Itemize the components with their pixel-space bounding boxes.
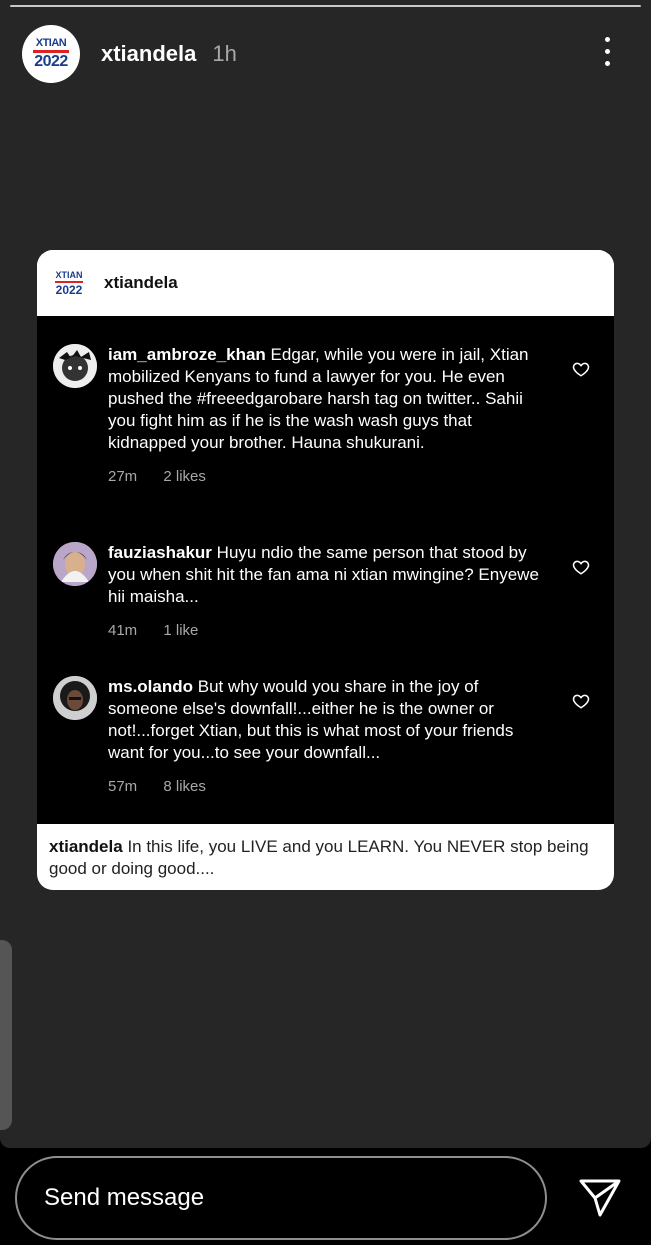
comment-time: 27m	[108, 468, 138, 485]
story-username[interactable]: xtiandela	[101, 41, 196, 67]
story-header: XTIAN 2022 xtiandela 1h	[22, 25, 631, 83]
send-message-input[interactable]: Send message	[15, 1156, 547, 1240]
comment-username: ms.olando	[108, 677, 194, 696]
comment-likes: 2 likes	[163, 468, 206, 485]
post-caption: xtiandela In this life, you LIVE and you…	[37, 824, 614, 880]
comment-item: ms.olando But why would you share in the…	[53, 676, 590, 796]
comments-screenshot: iam_ambroze_khan Edgar, while you were i…	[37, 316, 614, 824]
send-message-placeholder: Send message	[44, 1184, 205, 1211]
story-footer: Send message	[0, 1148, 651, 1245]
story-progress-bar	[10, 5, 641, 8]
side-handle	[0, 940, 12, 1130]
card-header: XTIAN 2022 xtiandela	[37, 250, 614, 316]
caption-text: In this life, you LIVE and you LEARN. Yo…	[49, 837, 589, 878]
heart-icon	[572, 362, 590, 377]
comment-item: fauziashakur Huyu ndio the same person t…	[53, 542, 590, 642]
comment-item: iam_ambroze_khan Edgar, while you were i…	[53, 344, 590, 504]
comment-time: 57m	[108, 778, 138, 795]
comment-username: iam_ambroze_khan	[108, 345, 266, 364]
commenter-avatar	[53, 344, 97, 388]
logo-year: 2022	[34, 53, 68, 70]
comment-likes: 8 likes	[163, 778, 206, 795]
caption-username: xtiandela	[49, 837, 123, 856]
card-username: xtiandela	[104, 273, 178, 292]
shared-post-card[interactable]: XTIAN 2022 xtiandela iam_ambroze_khan Ed…	[37, 250, 614, 890]
more-options-icon[interactable]	[603, 37, 611, 66]
profile-avatar[interactable]: XTIAN 2022	[22, 25, 80, 83]
logo-text: XTIAN	[35, 37, 67, 49]
comment-username: fauziashakur	[108, 543, 212, 562]
heart-icon	[572, 694, 590, 709]
commenter-avatar	[53, 542, 97, 586]
story-time: 1h	[212, 41, 237, 66]
card-avatar: XTIAN 2022	[55, 269, 83, 297]
heart-icon	[572, 560, 590, 575]
comment-likes: 1 like	[163, 622, 199, 639]
comment-time: 41m	[108, 622, 138, 639]
commenter-avatar	[53, 676, 97, 720]
story-view[interactable]: XTIAN 2022 xtiandela 1h XTIAN 2022 xtian…	[0, 0, 651, 1148]
send-icon[interactable]	[578, 1178, 622, 1218]
